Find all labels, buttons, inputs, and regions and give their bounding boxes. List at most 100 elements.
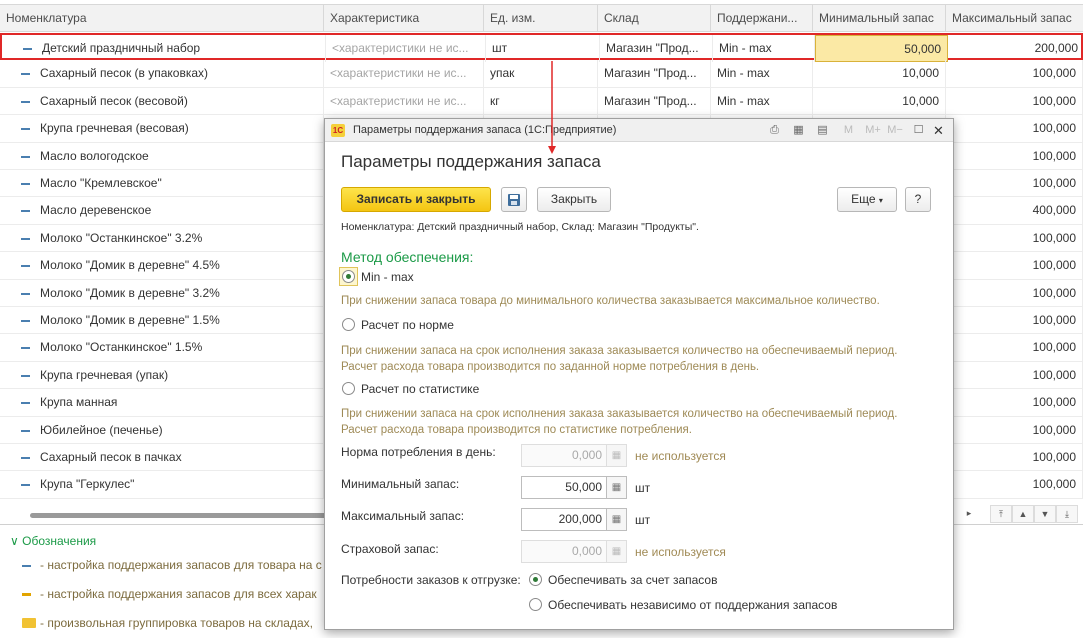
- memory-m-icon[interactable]: M: [841, 123, 856, 138]
- col-method[interactable]: Поддержани...: [711, 5, 813, 31]
- cell-name[interactable]: Сахарный песок (в упаковках): [0, 60, 324, 88]
- min-stock-input[interactable]: 50,000: [521, 476, 607, 499]
- col-characteristic[interactable]: Характеристика: [324, 5, 484, 31]
- page-up-icon[interactable]: ▲: [1012, 505, 1034, 523]
- cell-min[interactable]: 50,000: [815, 35, 948, 62]
- cell-char[interactable]: <характеристики не ис...: [326, 35, 486, 62]
- radio-ship-from-stock[interactable]: [529, 573, 542, 586]
- help-button[interactable]: ?: [905, 187, 931, 212]
- cell-max[interactable]: 100,000: [946, 334, 1083, 362]
- radio-min-max[interactable]: [342, 270, 355, 283]
- calculator-icon[interactable]: ▦: [607, 476, 627, 499]
- print-icon[interactable]: ⎙: [767, 123, 782, 138]
- cell-max[interactable]: 100,000: [946, 416, 1083, 444]
- cell-name[interactable]: Крупа "Геркулес": [0, 471, 324, 499]
- save-button[interactable]: [501, 187, 527, 212]
- cell-name[interactable]: Масло "Кремлевское": [0, 170, 324, 197]
- scroll-right-icon[interactable]: ▸: [958, 505, 980, 523]
- window-title: Параметры поддержания запаса (1С:Предпри…: [353, 124, 617, 136]
- option-min-max-label[interactable]: Min - max: [361, 270, 414, 284]
- calendar-icon[interactable]: ▤: [815, 123, 830, 138]
- spreadsheet-icon[interactable]: ▦: [791, 123, 806, 138]
- radio-ship-independent[interactable]: [529, 598, 542, 611]
- option-statistics-label[interactable]: Расчет по статистике: [361, 382, 479, 396]
- cell-max[interactable]: 100,000: [946, 170, 1083, 197]
- daily-norm-input[interactable]: 0,000: [521, 444, 607, 467]
- cell-char[interactable]: <характеристики не ис...: [324, 60, 484, 88]
- cell-method[interactable]: Min - max: [711, 60, 813, 88]
- cell-char[interactable]: <характеристики не ис...: [324, 87, 484, 115]
- max-stock-input[interactable]: 200,000: [521, 508, 607, 531]
- cell-max[interactable]: 100,000: [946, 307, 1083, 334]
- col-nomenclature[interactable]: Номенклатура: [0, 5, 324, 31]
- cell-name[interactable]: Юбилейное (печенье): [0, 416, 324, 444]
- col-unit[interactable]: Ед. изм.: [484, 5, 598, 31]
- cell-min[interactable]: 10,000: [813, 60, 946, 88]
- legend-toggle[interactable]: ∨ Обозначения: [10, 531, 340, 551]
- cell-method[interactable]: Min - max: [713, 35, 815, 62]
- cell-unit[interactable]: упак: [484, 60, 598, 88]
- scrollbar-thumb[interactable]: [30, 513, 330, 518]
- memory-minus-icon[interactable]: M−: [885, 123, 905, 138]
- radio-norm[interactable]: [342, 318, 355, 331]
- cell-name[interactable]: Молоко "Домик в деревне" 4.5%: [0, 252, 324, 280]
- maximize-icon[interactable]: ☐: [911, 123, 926, 138]
- ship-independent-label[interactable]: Обеспечивать независимо от поддержания з…: [548, 598, 837, 612]
- radio-statistics[interactable]: [342, 382, 355, 395]
- safety-stock-input[interactable]: 0,000: [521, 540, 607, 563]
- col-warehouse[interactable]: Склад: [598, 5, 711, 31]
- cell-min[interactable]: 10,000: [813, 87, 946, 115]
- cell-name[interactable]: Масло вологодское: [0, 142, 324, 170]
- table-row[interactable]: Сахарный песок (весовой) <характеристики …: [0, 87, 1083, 116]
- cell-max[interactable]: 100,000: [946, 361, 1083, 389]
- cell-max[interactable]: 100,000: [946, 224, 1083, 252]
- cell-store[interactable]: Магазин "Прод...: [598, 60, 711, 88]
- cell-max[interactable]: 100,000: [946, 87, 1083, 115]
- table-row[interactable]: Сахарный песок (в упаковках) <характерист…: [0, 60, 1083, 88]
- cell-max[interactable]: 100,000: [946, 471, 1083, 499]
- memory-plus-icon[interactable]: M+: [863, 123, 883, 138]
- cell-max[interactable]: 100,000: [946, 389, 1083, 417]
- cell-max[interactable]: 100,000: [946, 60, 1083, 88]
- cell-name[interactable]: Молоко "Домик в деревне" 3.2%: [0, 279, 324, 307]
- safety-stock-label: Страховой запас:: [341, 542, 439, 556]
- cell-name[interactable]: Сахарный песок (весовой): [0, 87, 324, 115]
- calculator-icon[interactable]: ▦: [607, 540, 627, 563]
- cell-name[interactable]: Молоко "Останкинское" 1.5%: [0, 334, 324, 362]
- last-page-icon[interactable]: ⤓: [1056, 505, 1078, 523]
- close-button[interactable]: Закрыть: [537, 187, 611, 212]
- cell-max[interactable]: 400,000: [946, 197, 1083, 225]
- col-min-stock[interactable]: Минимальный запас: [813, 5, 946, 31]
- cell-method[interactable]: Min - max: [711, 87, 813, 115]
- cell-max[interactable]: 100,000: [946, 279, 1083, 307]
- calculator-icon[interactable]: ▦: [607, 508, 627, 531]
- cell-name[interactable]: Молоко "Останкинское" 3.2%: [0, 224, 324, 252]
- cell-unit[interactable]: кг: [484, 87, 598, 115]
- cell-name[interactable]: Детский праздничный набор: [2, 35, 326, 62]
- ship-from-stock-label[interactable]: Обеспечивать за счет запасов: [548, 573, 717, 587]
- cell-max[interactable]: 200,000: [948, 35, 1083, 62]
- cell-name[interactable]: Масло деревенское: [0, 197, 324, 225]
- save-and-close-button[interactable]: Записать и закрыть: [341, 187, 491, 212]
- col-max-stock[interactable]: Максимальный запас: [946, 5, 1083, 31]
- cell-max[interactable]: 100,000: [946, 252, 1083, 280]
- page-down-icon[interactable]: ▼: [1034, 505, 1056, 523]
- cell-name[interactable]: Крупа манная: [0, 389, 324, 417]
- more-button[interactable]: Еще ▾: [837, 187, 897, 212]
- cell-max[interactable]: 100,000: [946, 444, 1083, 471]
- cell-name[interactable]: Сахарный песок в пачках: [0, 444, 324, 471]
- cell-name[interactable]: Крупа гречневая (весовая): [0, 115, 324, 143]
- cell-store[interactable]: Магазин "Прод...: [600, 35, 713, 62]
- first-page-icon[interactable]: ⤒: [990, 505, 1012, 523]
- cell-max[interactable]: 100,000: [946, 115, 1083, 143]
- cell-name[interactable]: Крупа гречневая (упак): [0, 361, 324, 389]
- cell-unit[interactable]: шт: [486, 35, 600, 62]
- cell-store[interactable]: Магазин "Прод...: [598, 87, 711, 115]
- option-norm-label[interactable]: Расчет по норме: [361, 318, 454, 332]
- cell-max[interactable]: 100,000: [946, 142, 1083, 170]
- close-icon[interactable]: ✕: [931, 123, 946, 138]
- calculator-icon[interactable]: ▦: [607, 444, 627, 467]
- option-min-max-hint: При снижении запаса товара до минимально…: [341, 295, 880, 307]
- table-row[interactable]: Детский праздничный набор <характеристики…: [0, 33, 1083, 62]
- cell-name[interactable]: Молоко "Домик в деревне" 1.5%: [0, 307, 324, 334]
